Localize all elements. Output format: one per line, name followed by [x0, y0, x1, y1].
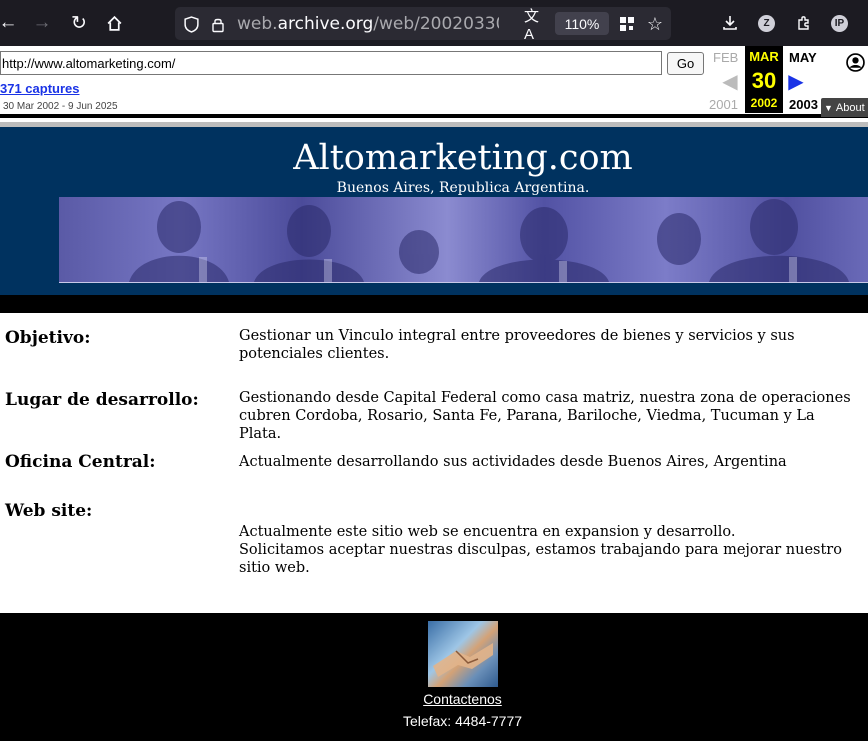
row-text-objetivo: Gestionar un Vinculo integral entre prov…: [239, 328, 795, 362]
user-account-icon[interactable]: [845, 52, 865, 72]
row-label-website: Web site:: [5, 501, 93, 521]
black-band: [0, 295, 868, 313]
shield-icon[interactable]: [182, 15, 200, 33]
url-text: web.archive.org/web/20020330100: [237, 14, 499, 34]
wayback-url-input[interactable]: http://www.altomarketing.com/: [0, 51, 662, 75]
lock-icon[interactable]: [209, 15, 227, 33]
site-subtitle: Buenos Aires, Republica Argentina.: [336, 180, 590, 196]
translate-icon[interactable]: 文A: [524, 8, 544, 43]
contact-link[interactable]: Contactenos: [0, 691, 868, 707]
banner-divider: [59, 282, 868, 283]
banner-image: [59, 197, 868, 282]
prev-month[interactable]: FEB: [713, 50, 738, 65]
current-day: 30: [751, 68, 777, 93]
row-text-website-1: Actualmente este sitio web se encuentra …: [239, 524, 736, 540]
home-icon[interactable]: [102, 11, 126, 35]
row-label-objetivo: Objetivo:: [5, 328, 91, 348]
bookmark-star-icon[interactable]: ☆: [645, 14, 665, 34]
row-label-oficina: Oficina Central:: [5, 452, 156, 472]
handshake-graphic: [433, 643, 493, 677]
content-table: Objetivo: Gestionar un Vinculo integral …: [0, 313, 868, 613]
profile-avatar[interactable]: IP: [831, 15, 848, 32]
current-month: MAR: [749, 49, 779, 64]
current-capture: MAR 30 2002: [745, 46, 783, 113]
row-text-oficina: Actualmente desarrollando sus actividade…: [239, 454, 787, 470]
puzzle-icon[interactable]: [794, 13, 814, 33]
downloads-icon[interactable]: [720, 13, 740, 33]
next-month[interactable]: MAY: [789, 50, 817, 65]
reload-icon[interactable]: ↻: [67, 11, 91, 35]
captures-link[interactable]: 371 captures: [0, 81, 80, 96]
next-year[interactable]: 2003: [789, 97, 818, 112]
site-title: Altomarketing.com: [293, 138, 633, 178]
address-bar[interactable]: web.archive.org/web/20020330100 文A 110% …: [175, 7, 671, 43]
current-year: 2002: [750, 96, 778, 110]
caret-down-icon: ▼: [824, 102, 833, 113]
site-footer: Contactenos Telefax: 4484-7777: [0, 613, 868, 741]
site-header: Altomarketing.com Buenos Aires, Republic…: [0, 127, 868, 295]
qr-code-icon[interactable]: [618, 15, 636, 33]
handshake-image[interactable]: [428, 621, 498, 687]
extension-icon[interactable]: Z: [758, 15, 775, 32]
wayback-toolbar: http://www.altomarketing.com/ Go 371 cap…: [0, 46, 868, 118]
row-text-website-2: Solicitamos aceptar nuestras disculpas, …: [239, 542, 842, 576]
go-button[interactable]: Go: [667, 52, 704, 75]
browser-toolbar: ← → ↻ web.archive.org/web/20020330100 文A…: [0, 0, 868, 46]
about-dropdown[interactable]: ▼ About: [821, 98, 868, 117]
banner-people-image: [129, 199, 849, 282]
capture-range: 30 Mar 2002 - 9 Jun 2025: [3, 101, 118, 112]
next-capture-icon[interactable]: ▶: [786, 70, 806, 93]
back-icon[interactable]: ←: [0, 11, 20, 35]
forward-icon[interactable]: →: [30, 11, 54, 35]
prev-year[interactable]: 2001: [709, 97, 738, 112]
zoom-level[interactable]: 110%: [555, 12, 609, 35]
row-label-lugar: Lugar de desarrollo:: [5, 390, 199, 410]
row-text-lugar: Gestionando desde Capital Federal como c…: [239, 390, 851, 442]
about-label: About: [835, 101, 865, 114]
telefax-text: Telefax: 4484-7777: [402, 713, 523, 729]
prev-capture-icon[interactable]: ◀: [720, 70, 740, 93]
